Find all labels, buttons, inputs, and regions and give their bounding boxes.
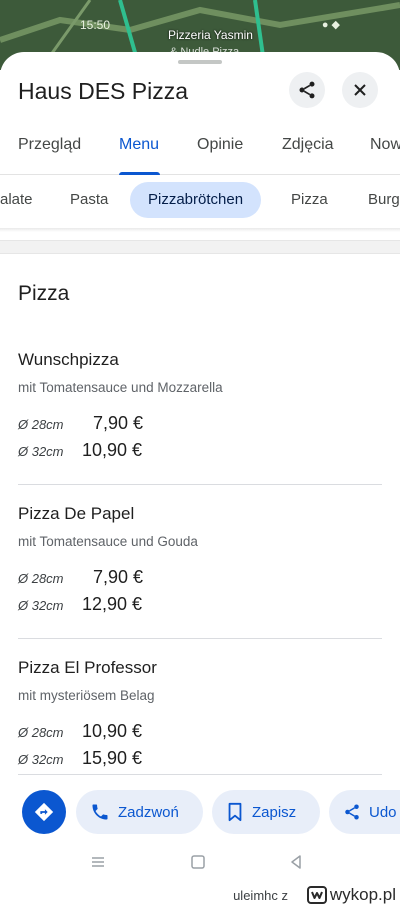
close-icon	[354, 84, 366, 96]
item-divider	[18, 774, 382, 775]
place-sheet: Haus DES Pizza Przegląd Menu Opinie Zdję…	[0, 52, 400, 908]
menu-section-title: Pizza	[18, 282, 70, 305]
size-label: Ø 32cm	[18, 444, 64, 459]
chip-salate[interactable]: alate	[0, 182, 51, 218]
call-button[interactable]: Zadzwoń	[76, 790, 203, 834]
save-button[interactable]: Zapisz	[212, 790, 320, 834]
menu-item[interactable]: Wunschpizza mit Tomatensauce und Mozzare…	[18, 350, 382, 465]
active-tab-indicator	[119, 172, 160, 175]
tab-reviews[interactable]: Opinie	[197, 136, 243, 154]
item-divider	[18, 484, 382, 485]
tab-overview[interactable]: Przegląd	[18, 136, 81, 154]
price-row: Ø 28cm 7,90 €	[18, 411, 382, 438]
size-label: Ø 28cm	[18, 417, 64, 432]
action-bar: Zadzwoń Zapisz Udo	[0, 786, 400, 840]
watermark-site: wykop.pl	[329, 885, 396, 904]
tab-bar: Przegląd Menu Opinie Zdjęcia Now	[0, 130, 400, 175]
share-place-button[interactable]: Udo	[329, 790, 400, 834]
price-row: Ø 28cm 10,90 €	[18, 719, 382, 746]
chip-pizzabroetchen[interactable]: Pizzabrötchen	[130, 182, 262, 218]
status-bar-icons: ● ◆	[321, 19, 340, 31]
share-button[interactable]	[289, 72, 325, 108]
map-place-label: Pizzeria Yasmin	[168, 28, 253, 42]
section-divider	[0, 240, 400, 254]
home-nav-icon[interactable]	[190, 854, 206, 870]
price-value: 15,90 €	[82, 748, 143, 768]
directions-button[interactable]	[22, 790, 66, 834]
share-label: Udo	[369, 803, 397, 821]
wykop-logo-icon	[306, 886, 327, 904]
bookmark-icon	[228, 802, 242, 822]
price-value: 10,90 €	[82, 721, 143, 741]
tab-updates[interactable]: Now	[370, 136, 400, 154]
watermark: uleimhc z wykop.pl	[0, 884, 400, 908]
price-value: 12,90 €	[82, 594, 143, 614]
size-label: Ø 32cm	[18, 598, 64, 613]
drag-handle[interactable]	[178, 60, 222, 64]
menu-item-name: Wunschpizza	[18, 350, 119, 369]
back-nav-icon[interactable]	[288, 854, 304, 870]
status-bar-time: 15:50	[80, 18, 111, 32]
tab-menu[interactable]: Menu	[119, 136, 159, 154]
chip-burger[interactable]: Burg	[350, 182, 400, 218]
menu-category-chips: alate Pasta Pizzabrötchen Pizza Burg	[0, 182, 400, 222]
price-value: 10,90 €	[82, 440, 143, 460]
tab-photos[interactable]: Zdjęcia	[282, 136, 334, 154]
menu-item[interactable]: Pizza De Papel mit Tomatensauce und Goud…	[18, 504, 382, 619]
menu-item-name: Pizza El Professor	[18, 658, 157, 677]
watermark-user: uleimhc z	[233, 888, 288, 903]
size-label: Ø 32cm	[18, 752, 64, 767]
chips-shadow	[0, 228, 400, 232]
price-row: Ø 28cm 7,90 €	[18, 565, 382, 592]
price-row: Ø 32cm 15,90 €	[18, 746, 382, 773]
menu-nav-icon[interactable]	[90, 854, 106, 870]
price-value: 7,90 €	[93, 413, 144, 433]
menu-item-description: mit Tomatensauce und Mozzarella	[18, 380, 223, 395]
menu-item-description: mit mysteriösem Belag	[18, 688, 155, 703]
call-label: Zadzwoń	[118, 803, 179, 821]
size-label: Ø 28cm	[18, 725, 64, 740]
save-label: Zapisz	[252, 803, 297, 821]
directions-icon	[34, 802, 54, 822]
price-row: Ø 32cm 12,90 €	[18, 592, 382, 619]
price-value: 7,90 €	[93, 567, 144, 587]
share-icon	[345, 804, 359, 820]
phone-icon	[92, 804, 108, 820]
chip-pasta[interactable]: Pasta	[52, 182, 126, 218]
wykop-logo: wykop.pl	[306, 885, 396, 905]
close-button[interactable]	[342, 72, 378, 108]
menu-item[interactable]: Pizza El Professor mit mysteriösem Belag…	[18, 658, 382, 773]
menu-item-name: Pizza De Papel	[18, 504, 135, 523]
share-icon	[299, 81, 315, 99]
menu-item-description: mit Tomatensauce und Gouda	[18, 534, 198, 549]
size-label: Ø 28cm	[18, 571, 64, 586]
system-navigation-bar	[0, 846, 400, 882]
item-divider	[18, 638, 382, 639]
price-row: Ø 32cm 10,90 €	[18, 438, 382, 465]
chip-pizza[interactable]: Pizza	[273, 182, 346, 218]
place-title: Haus DES Pizza	[18, 78, 189, 104]
